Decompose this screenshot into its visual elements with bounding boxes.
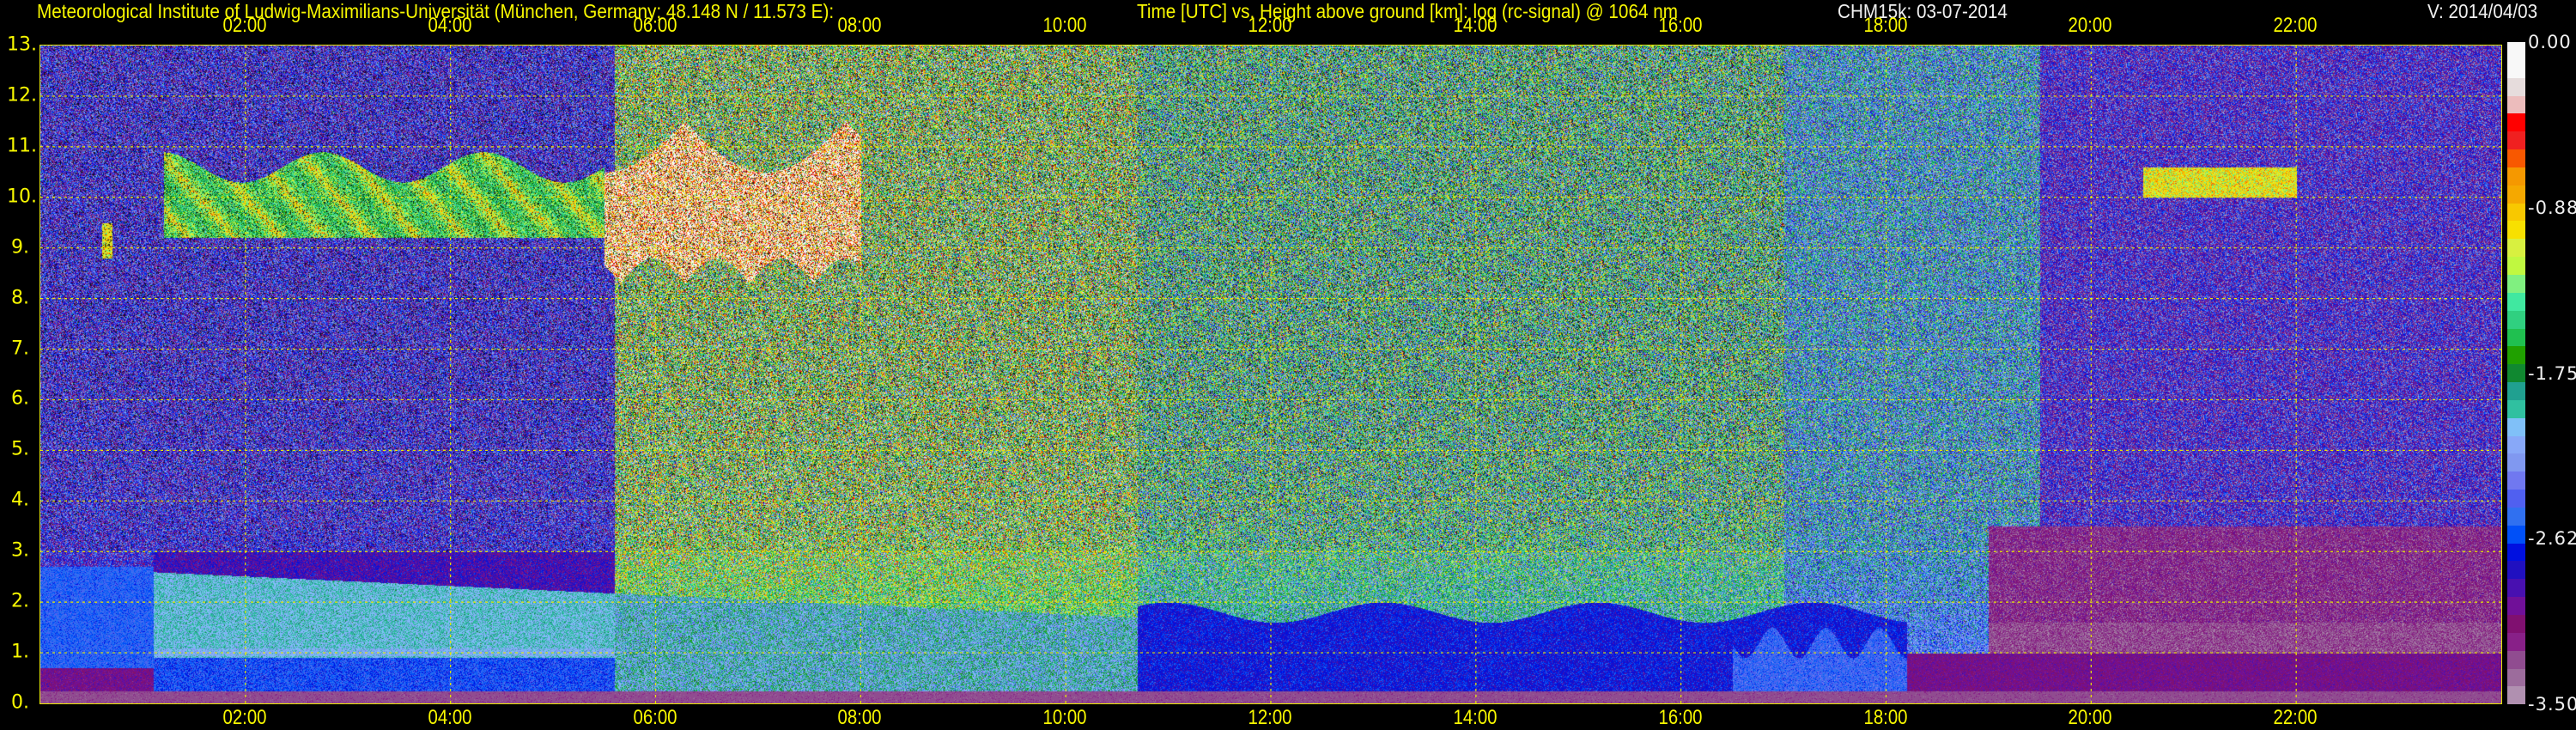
- y-tick-label: 7.: [11, 338, 29, 360]
- x-tick-label-top: 14:00: [1453, 14, 1498, 37]
- colorbar-swatch: [2507, 203, 2525, 222]
- version-label: V: 2014/04/03: [2427, 0, 2538, 22]
- colorbar-swatch: [2507, 561, 2525, 580]
- y-tick-label: 3.: [11, 539, 29, 562]
- colorbar-tick-label: -2.62: [2528, 528, 2576, 550]
- backscatter-heatmap: [39, 45, 2502, 704]
- x-tick-label-bottom: 10:00: [1042, 706, 1087, 729]
- x-tick-label-top: 04:00: [428, 14, 472, 37]
- colorbar-swatch: [2507, 221, 2525, 240]
- colorbar: [2507, 42, 2525, 705]
- x-tick-label-top: 08:00: [837, 14, 882, 37]
- colorbar-swatch: [2507, 95, 2525, 114]
- colorbar-swatch: [2507, 435, 2525, 454]
- colorbar-swatch: [2507, 257, 2525, 275]
- colorbar-swatch: [2507, 597, 2525, 615]
- colorbar-swatch: [2507, 113, 2525, 132]
- y-tick-label: 13.: [7, 33, 37, 56]
- colorbar-swatch: [2507, 310, 2525, 329]
- colorbar-swatch: [2507, 543, 2525, 562]
- x-tick-label-top: 02:00: [222, 14, 267, 37]
- colorbar-swatch: [2507, 668, 2525, 687]
- colorbar-swatch: [2507, 399, 2525, 418]
- colorbar-swatch: [2507, 42, 2525, 60]
- x-tick-label-bottom: 22:00: [2273, 706, 2318, 729]
- colorbar-swatch: [2507, 686, 2525, 705]
- colorbar-swatch: [2507, 579, 2525, 598]
- colorbar-swatch: [2507, 650, 2525, 669]
- x-tick-label-bottom: 12:00: [1248, 706, 1292, 729]
- x-tick-label-top: 16:00: [1658, 14, 1703, 37]
- colorbar-swatch: [2507, 239, 2525, 258]
- y-tick-label: 0.: [11, 691, 29, 714]
- y-tick-label: 11.: [7, 135, 37, 157]
- y-tick-label: 9.: [11, 236, 29, 259]
- colorbar-swatch: [2507, 507, 2525, 526]
- colorbar-swatch: [2507, 167, 2525, 186]
- colorbar-tick-label: 0.00: [2528, 32, 2572, 52]
- colorbar-tick-label: -1.75: [2528, 362, 2576, 384]
- colorbar-swatch: [2507, 417, 2525, 436]
- y-tick-label: 8.: [11, 287, 29, 309]
- colorbar-swatch: [2507, 185, 2525, 204]
- colorbar-swatch: [2507, 471, 2525, 490]
- colorbar-swatch: [2507, 453, 2525, 472]
- x-tick-label-top: 06:00: [632, 14, 677, 37]
- y-tick-label: 5.: [11, 438, 29, 460]
- colorbar-swatch: [2507, 328, 2525, 347]
- colorbar-tick-label: -3.50: [2528, 694, 2576, 715]
- x-tick-label-bottom: 04:00: [428, 706, 472, 729]
- x-tick-label-bottom: 18:00: [1862, 706, 1908, 729]
- colorbar-swatch: [2507, 382, 2525, 400]
- grid-lines: [40, 46, 2501, 703]
- x-tick-label-bottom: 14:00: [1453, 706, 1498, 729]
- colorbar-swatch: [2507, 346, 2525, 365]
- y-tick-label: 1.: [11, 641, 29, 663]
- colorbar-swatch: [2507, 274, 2525, 293]
- plot-description: Time [UTC] vs. Height above ground [km]:…: [1137, 0, 1678, 22]
- colorbar-tick-label: -0.88: [2528, 197, 2576, 218]
- colorbar-swatch: [2507, 77, 2525, 96]
- x-tick-label-top: 12:00: [1248, 14, 1292, 37]
- y-tick-label: 10.: [7, 186, 37, 208]
- x-tick-label-top: 18:00: [1862, 14, 1908, 37]
- x-tick-label-bottom: 16:00: [1658, 706, 1703, 729]
- y-tick-label: 12.: [7, 84, 37, 106]
- colorbar-swatch: [2507, 490, 2525, 508]
- x-tick-label-bottom: 08:00: [837, 706, 882, 729]
- x-tick-label-top: 22:00: [2273, 14, 2318, 37]
- y-tick-label: 2.: [11, 590, 29, 612]
- colorbar-swatch: [2507, 615, 2525, 633]
- colorbar-swatch: [2507, 632, 2525, 651]
- y-tick-label: 4.: [11, 489, 29, 511]
- colorbar-swatch: [2507, 364, 2525, 383]
- colorbar-swatch: [2507, 131, 2525, 150]
- colorbar-swatch: [2507, 59, 2525, 78]
- x-tick-label-top: 20:00: [2068, 14, 2112, 37]
- x-tick-label-bottom: 02:00: [222, 706, 267, 729]
- x-tick-label-bottom: 20:00: [2068, 706, 2112, 729]
- colorbar-swatch: [2507, 149, 2525, 167]
- x-tick-label-top: 10:00: [1042, 14, 1087, 37]
- colorbar-swatch: [2507, 292, 2525, 311]
- colorbar-swatch: [2507, 525, 2525, 544]
- y-tick-label: 6.: [11, 387, 29, 410]
- x-tick-label-bottom: 06:00: [632, 706, 677, 729]
